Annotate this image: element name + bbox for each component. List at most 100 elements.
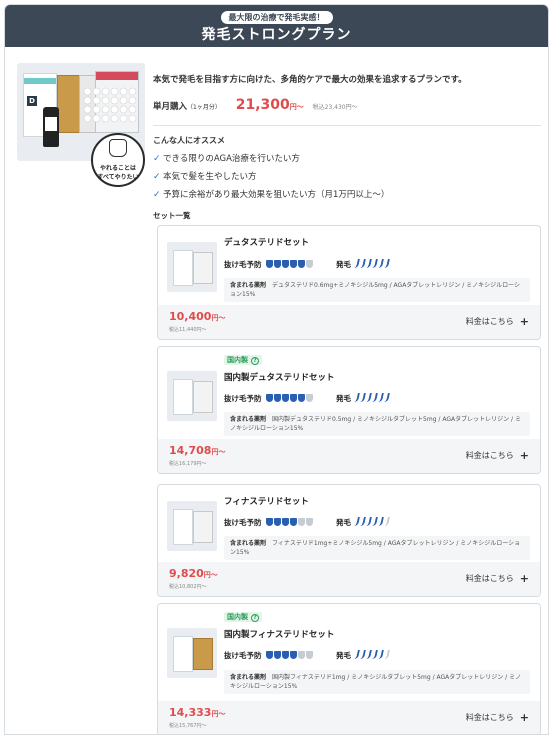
hair-icon bbox=[384, 393, 390, 402]
set-card-finasteride: フィナステリドセット 抜け毛予防 発毛 含まれる薬剤 フィナステリド1mg+ミノキ… bbox=[157, 484, 541, 597]
set-footer: 10,400円〜 税込11,440円〜 料金はこちら + bbox=[158, 305, 540, 339]
set-ingredients: 含まれる薬剤 デュタステリド0.6mg+ミノキシジル5mg / AGAタブレットレ… bbox=[224, 278, 530, 302]
growth-rating: 発毛 bbox=[336, 517, 391, 528]
hair-icon bbox=[354, 517, 360, 526]
check-icon: ✓ bbox=[153, 172, 161, 182]
hair-icon bbox=[354, 393, 391, 403]
growth-rating: 発毛 bbox=[336, 393, 391, 404]
set-price: 14,708円〜 bbox=[169, 444, 226, 457]
help-icon[interactable]: ? bbox=[251, 357, 259, 365]
set-price-tax: 税込15,767円〜 bbox=[169, 723, 207, 729]
divider bbox=[153, 125, 541, 126]
shield-icon bbox=[297, 518, 305, 526]
plan-header: 最大限の治療で発毛実感！ 発毛ストロングプラン bbox=[5, 5, 548, 47]
hair-icon bbox=[372, 259, 378, 268]
show-price-button[interactable]: 料金はこちら + bbox=[466, 315, 529, 328]
help-icon[interactable]: ? bbox=[251, 614, 259, 622]
shield-icon bbox=[265, 394, 314, 403]
hair-icon bbox=[384, 259, 390, 268]
shield-icon bbox=[289, 518, 297, 526]
growth-rating: 発毛 bbox=[336, 650, 391, 661]
prevention-rating: 抜け毛予防 bbox=[224, 259, 314, 270]
show-price-button[interactable]: 料金はこちら + bbox=[466, 711, 529, 724]
hair-icon bbox=[360, 259, 366, 268]
set-card-dutasteride: デュタステリドセット 抜け毛予防 発毛 含まれる薬剤 デュタステリド0.6mg+ミ… bbox=[157, 225, 541, 340]
hair-icon bbox=[372, 517, 378, 526]
set-footer: 9,820円〜 税込10,802円〜 料金はこちら + bbox=[158, 562, 540, 596]
monthly-period: （1ヶ月分） bbox=[187, 104, 221, 111]
shield-icon bbox=[273, 651, 281, 659]
set-footer: 14,333円〜 税込15,767円〜 料金はこちら + bbox=[158, 701, 540, 734]
hair-icon bbox=[366, 259, 372, 268]
growth-rating: 発毛 bbox=[336, 259, 391, 270]
shield-icon bbox=[265, 394, 273, 402]
set-price-tax: 税込10,802円〜 bbox=[169, 584, 207, 590]
prevention-rating: 抜け毛予防 bbox=[224, 393, 314, 404]
domestic-badge: 国内製? bbox=[224, 612, 262, 622]
set-product-image bbox=[167, 371, 217, 421]
domestic-badge: 国内製? bbox=[224, 355, 262, 365]
hair-icon bbox=[378, 650, 384, 659]
prevention-rating: 抜け毛予防 bbox=[224, 650, 314, 661]
shield-icon bbox=[265, 518, 314, 527]
show-price-button[interactable]: 料金はこちら + bbox=[466, 449, 529, 462]
shield-icon bbox=[289, 260, 297, 268]
monthly-label: 単月購入 bbox=[153, 102, 188, 112]
shield-icon bbox=[273, 394, 281, 402]
hair-icon bbox=[354, 650, 360, 659]
shield-icon bbox=[305, 260, 313, 268]
plus-icon: + bbox=[519, 711, 529, 724]
plus-icon: + bbox=[519, 449, 529, 462]
recommend-heading: こんな人にオススメ bbox=[153, 136, 225, 145]
shield-icon bbox=[273, 260, 281, 268]
show-price-button[interactable]: 料金はこちら + bbox=[466, 572, 529, 585]
plan-title: 発毛ストロングプラン bbox=[201, 27, 352, 43]
list-item: ✓ できる限りのAGA治療を行いたい方 bbox=[153, 150, 389, 168]
set-product-image bbox=[167, 628, 217, 678]
set-ingredients: 含まれる薬剤 国内製デュタステリド0.5mg / ミノキシジルタブレット5mg /… bbox=[224, 412, 530, 436]
plan-intro: 本気で発毛を目指す方に向けた、多角的ケアで最大の効果を追求するプランです。 bbox=[153, 75, 467, 85]
check-icon: ✓ bbox=[153, 190, 161, 200]
set-name: フィナステリドセット bbox=[224, 497, 309, 507]
shield-icon bbox=[273, 518, 281, 526]
hair-icon bbox=[366, 393, 372, 402]
shield-icon bbox=[281, 260, 289, 268]
hair-icon bbox=[378, 393, 384, 402]
list-item: ✓ 予算に余裕があり最大効果を狙いたい方（月1万円以上〜） bbox=[153, 186, 389, 204]
monthly-price-unit: 円〜 bbox=[289, 103, 304, 111]
set-product-image bbox=[167, 242, 217, 292]
shield-icon bbox=[265, 518, 273, 526]
monthly-price-tax: 税込23,430円〜 bbox=[312, 104, 358, 111]
shield-icon bbox=[297, 651, 305, 659]
shield-icon bbox=[289, 394, 297, 402]
shield-icon bbox=[281, 651, 289, 659]
prevention-rating: 抜け毛予防 bbox=[224, 517, 314, 528]
hair-icon bbox=[378, 517, 384, 526]
hair-icon bbox=[354, 259, 360, 268]
hair-icon bbox=[354, 393, 360, 402]
plus-icon: + bbox=[519, 572, 529, 585]
hair-icon bbox=[384, 650, 390, 659]
fist-icon bbox=[109, 139, 127, 157]
shield-icon bbox=[281, 518, 289, 526]
shield-icon bbox=[289, 651, 297, 659]
set-price-tax: 税込16,179円〜 bbox=[169, 461, 207, 467]
set-footer: 14,708円〜 税込16,179円〜 料金はこちら + bbox=[158, 439, 540, 473]
recommend-list: ✓ できる限りのAGA治療を行いたい方 ✓ 本気で髪を生やしたい方 ✓ 予算に余裕があ… bbox=[153, 150, 389, 204]
shield-icon bbox=[305, 394, 313, 402]
set-ingredients: 含まれる薬剤 国内製フィナステリド1mg / ミノキシジルタブレット5mg / A… bbox=[224, 670, 530, 694]
hair-icon bbox=[372, 393, 378, 402]
hair-icon bbox=[360, 393, 366, 402]
shield-icon bbox=[265, 651, 273, 659]
set-name: 国内製デュタステリドセット bbox=[224, 373, 335, 383]
set-ingredients: 含まれる薬剤 フィナステリド1mg+ミノキシジル5mg / AGAタブレットレリジ… bbox=[224, 536, 530, 560]
hair-icon bbox=[372, 650, 378, 659]
hair-icon bbox=[360, 650, 366, 659]
shield-icon bbox=[305, 651, 313, 659]
shield-icon bbox=[281, 394, 289, 402]
badge-line1: やれることは bbox=[99, 165, 136, 172]
set-card-domestic-finasteride: 国内製? 国内製フィナステリドセット 抜け毛予防 発毛 含まれる薬剤 国内製フィナ… bbox=[157, 603, 541, 734]
set-price: 9,820円〜 bbox=[169, 567, 218, 580]
shield-icon bbox=[297, 260, 305, 268]
set-price: 14,333円〜 bbox=[169, 706, 226, 719]
